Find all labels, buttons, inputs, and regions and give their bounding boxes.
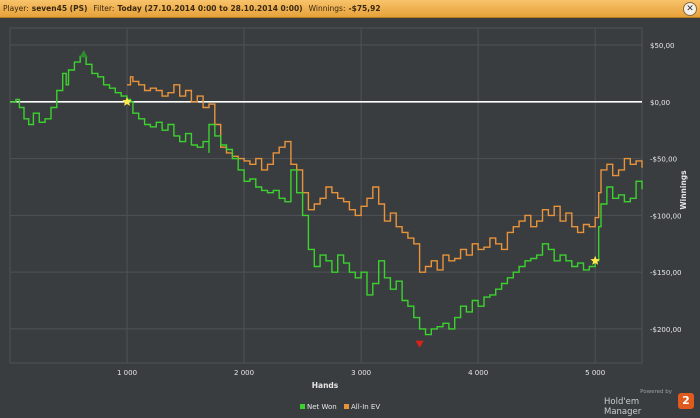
filter-value[interactable]: Today (27.10.2014 0:00 to 28.10.2014 0:0… [117,4,302,13]
x-tick-label: 2 000 [234,369,254,377]
legend-label: Net Won [307,403,337,411]
product-name: Hold'em Manager [604,397,642,417]
close-button[interactable]: ✕ [683,2,697,16]
winnings-graph: 1 000 2 000 3 000 4 000 5 000 $50,00 $0,00 -$50… [9,27,688,411]
net-won-legend-swatch [300,404,305,409]
legend-label: All-In EV [351,403,380,411]
y-tick-label: -$200,00 [650,326,681,334]
branding: Powered by Hold'em Manager 2 [604,388,694,417]
allin-ev-series-line [127,76,643,273]
title-bar: Player: seven45 (PS) Filter: Today (27.1… [0,0,700,18]
y-tick-label: -$150,00 [650,269,681,277]
series-lines [10,55,643,336]
hm2-logo-icon: 2 [678,393,694,409]
min-marker [415,340,424,348]
x-tick-label: 3 000 [351,369,371,377]
y-tick-label: $0,00 [650,99,670,107]
winnings-label: Winnings: [308,4,346,13]
y-tick-label: -$100,00 [650,212,681,220]
max-marker [79,50,88,58]
allin-ev-legend-swatch [344,404,349,409]
winnings-value: -$75,92 [348,4,381,13]
x-axis-label: Hands [312,381,339,390]
player-label: Player: [3,4,29,13]
tick-labels: 1 000 2 000 3 000 4 000 5 000 $50,00 $0,00 -$50… [117,42,681,377]
y-axis-label: Winnings [679,170,688,210]
legend: Net Won All-In EV [300,403,380,411]
y-tick-label: -$50,00 [650,156,677,164]
x-tick-label: 4 000 [468,369,488,377]
filter-label: Filter: [93,4,115,13]
x-tick-label: 1 000 [117,369,137,377]
powered-by-text: Powered by [640,389,672,395]
x-tick-label: 5 000 [585,369,605,377]
y-tick-label: $50,00 [650,42,675,50]
player-value: seven45 (PS) [31,4,88,13]
